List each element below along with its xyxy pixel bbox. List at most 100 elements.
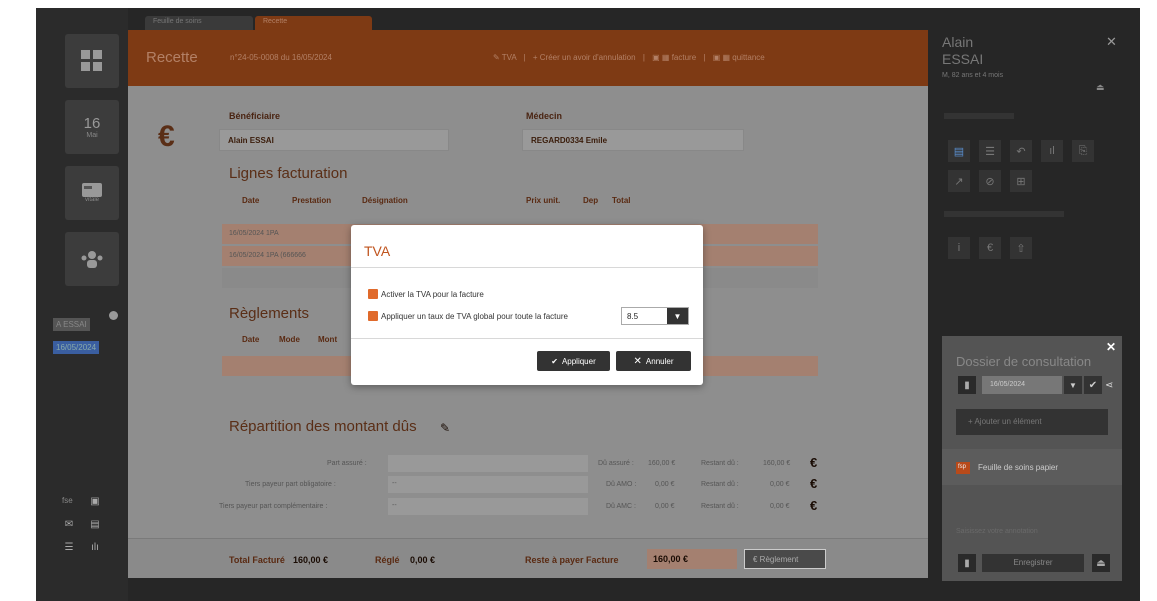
dossier-date[interactable]: 16/05/2024 <box>982 376 1062 394</box>
delete-icon[interactable]: ▮ <box>958 554 976 572</box>
close-dossier-icon[interactable]: ✕ <box>1106 340 1116 354</box>
calendar-day: 16 <box>83 115 101 132</box>
restant-assure: 160,00 € <box>763 460 791 467</box>
pencil-icon[interactable]: ✎ <box>493 53 502 62</box>
trash-icon[interactable]: ▮ <box>958 376 976 394</box>
fsp-badge: fsp <box>956 462 970 474</box>
upload-icon[interactable]: ⇧ <box>1010 237 1032 259</box>
euro-pay-icon[interactable]: € <box>810 455 817 470</box>
amc-value: -- <box>392 502 397 509</box>
euro-icon: € <box>158 120 175 153</box>
amc-field[interactable]: -- <box>388 498 588 515</box>
reste-label: Reste à payer Facture <box>525 555 619 565</box>
eject-icon[interactable]: ⏏ <box>1096 82 1105 93</box>
plus-icon[interactable]: + <box>533 53 540 62</box>
print-icon[interactable]: ▦ <box>662 53 672 62</box>
list-icon[interactable]: ☰ <box>60 538 78 556</box>
print-icon-2[interactable]: ▦ <box>722 53 732 62</box>
restant-label: Restant dû : <box>701 460 739 467</box>
syringe-icon[interactable]: ↗ <box>948 170 970 192</box>
add-element-button[interactable]: + Ajouter un élément <box>956 409 1108 435</box>
tab-recette[interactable]: Recette <box>255 16 372 30</box>
tva-dialog: TVA Activer la TVA pour la facture Appli… <box>351 225 703 385</box>
grid-icon <box>81 50 102 71</box>
amo-field[interactable]: -- <box>388 476 588 493</box>
du-amc: 0,00 € <box>655 503 675 510</box>
patient-first-name: Alain <box>942 34 974 50</box>
file-icon[interactable]: ▤ <box>86 515 104 533</box>
tva-button[interactable]: TVA <box>502 53 517 62</box>
beneficiaire-field[interactable]: Alain ESSAI <box>219 129 449 151</box>
card-view-icon[interactable]: ▤ <box>948 140 970 162</box>
back-icon[interactable]: ↶ <box>1010 140 1032 162</box>
annotation-input[interactable]: Saisissez votre annotation <box>956 528 1038 535</box>
part-assure-field[interactable] <box>388 455 588 472</box>
patient-tag-date[interactable]: 16/05/2024 <box>53 341 100 354</box>
vitale-card-button[interactable]: vitale <box>65 166 119 220</box>
du-assure-label: Dû assuré : <box>598 460 634 467</box>
dialog-divider-bottom <box>351 338 703 339</box>
edit-repartition-icon[interactable]: ✎ <box>440 421 450 435</box>
calendar-button[interactable]: 16 Mai <box>65 100 119 154</box>
info-icon[interactable]: i <box>948 237 970 259</box>
close-patient-icon[interactable] <box>109 311 118 320</box>
chart-icon[interactable]: ıl <box>1041 140 1063 162</box>
reg-col-mode: Mode <box>279 335 300 344</box>
section-bar <box>944 113 1014 119</box>
patient-tag[interactable]: A ESSAI <box>53 318 90 331</box>
restant-amo: 0,00 € <box>770 481 790 488</box>
section-bar-2 <box>944 211 1064 217</box>
document-icon[interactable]: ▣ <box>86 492 104 510</box>
restant-amc: 0,00 € <box>770 503 790 510</box>
apply-label: Appliquer <box>561 356 596 366</box>
reglement-button-label: Règlement <box>759 555 799 564</box>
amo-value: -- <box>392 480 397 487</box>
save-button[interactable]: Enregistrer <box>982 554 1084 572</box>
reglements-title: Règlements <box>229 305 310 322</box>
date-chevron-icon[interactable]: ▼ <box>1064 376 1082 394</box>
beneficiaire-label: Bénéficiaire <box>229 111 281 121</box>
pdf-export-icon[interactable]: ⎘ <box>1072 140 1094 162</box>
fse-icon[interactable]: fse <box>62 496 73 505</box>
dossier-card: Dossier de consultation ✕ ▮ 16/05/2024 ▼… <box>942 336 1122 581</box>
activate-tva-checkbox[interactable] <box>368 289 378 299</box>
global-rate-checkbox[interactable] <box>368 311 378 321</box>
tva-rate-select[interactable]: 8.5 ▼ <box>621 307 689 325</box>
attach-icon[interactable]: ⊘ <box>979 170 1001 192</box>
mail-icon[interactable]: ✉ <box>60 515 78 533</box>
facture-button[interactable]: facture <box>672 53 696 62</box>
global-rate-label: Appliquer un taux de TVA global pour tou… <box>381 312 568 321</box>
confirm-icon[interactable]: ✔ <box>1084 376 1102 394</box>
share-icon[interactable]: ⋖ <box>1105 380 1113 391</box>
euro-icon-panel[interactable]: € <box>979 237 1001 259</box>
medecin-field[interactable]: REGARD0334 Emile <box>522 129 744 151</box>
col-total: Total <box>612 196 631 205</box>
du-amc-label: Dû AMC : <box>606 503 636 510</box>
header-toolbar: ✎ TVA | + Créer un avoir d'annulation | … <box>493 53 765 62</box>
eject-icon-2[interactable]: ⏏ <box>1092 554 1110 572</box>
dialog-title: TVA <box>364 243 391 259</box>
patient-last-name: ESSAI <box>942 51 984 67</box>
add-document-icon[interactable]: ⊞ <box>1010 170 1032 192</box>
close-patient-panel-icon[interactable]: ✕ <box>1106 34 1117 50</box>
euro-pay-icon-amc[interactable]: € <box>810 498 817 513</box>
apply-button[interactable]: ✔ Appliquer <box>537 351 610 371</box>
create-avoir-button[interactable]: Créer un avoir d'annulation <box>540 53 636 62</box>
stats-icon[interactable]: ılı <box>86 538 104 556</box>
reglement-button[interactable]: € Règlement <box>744 549 826 569</box>
chevron-down-icon[interactable]: ▼ <box>667 308 688 324</box>
tva-rate-value: 8.5 <box>627 312 639 321</box>
quittance-button[interactable]: quittance <box>732 53 764 62</box>
patients-button[interactable] <box>65 232 119 286</box>
col-prestation: Prestation <box>292 196 332 205</box>
cancel-label: Annuler <box>645 356 674 366</box>
cancel-button[interactable]: ✕ Annuler <box>616 351 691 371</box>
list-view-icon[interactable]: ☰ <box>979 140 1001 162</box>
pdf-icon[interactable]: ▣ <box>652 53 662 62</box>
apps-grid-button[interactable] <box>65 34 119 88</box>
col-dep: Dep <box>583 196 599 205</box>
dossier-title: Dossier de consultation <box>956 354 1092 369</box>
document-item[interactable]: fsp Feuille de soins papier <box>942 449 1122 485</box>
tab-feuille-de-soins[interactable]: Feuille de soins <box>145 16 253 30</box>
euro-pay-icon-amo[interactable]: € <box>810 476 817 491</box>
